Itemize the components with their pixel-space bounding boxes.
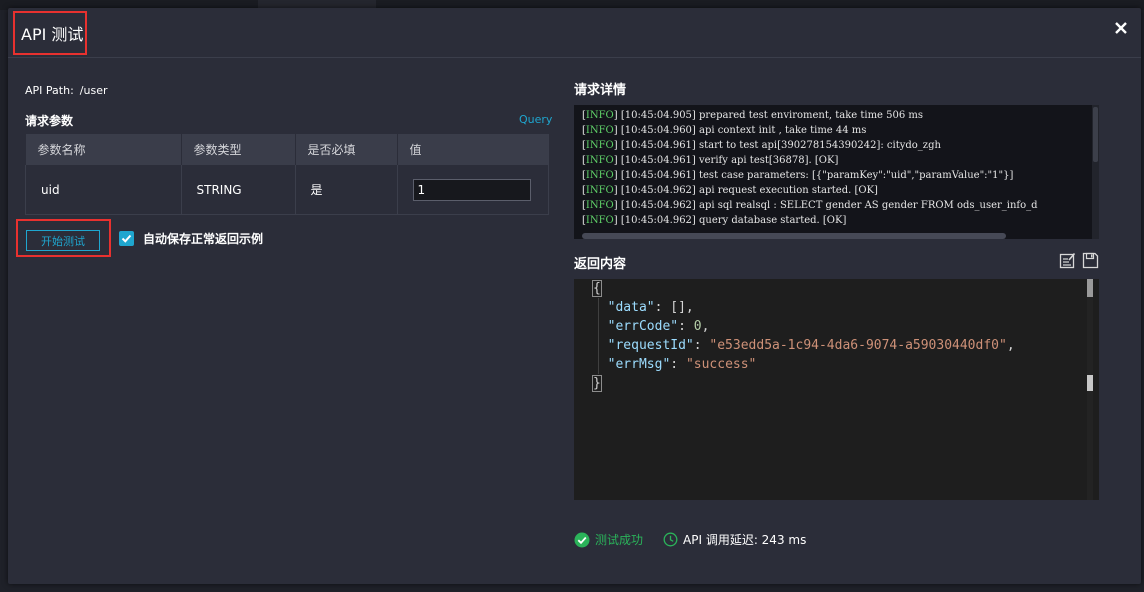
save-icon[interactable] <box>1082 252 1099 269</box>
response-json: { "data": [], "errCode": 0, "requestId":… <box>592 279 1015 393</box>
autosave-checkbox[interactable] <box>119 231 134 246</box>
param-value-input[interactable] <box>412 178 531 201</box>
autosave-option[interactable]: 自动保存正常返回示例 <box>119 230 263 247</box>
json-line: "errCode": 0, <box>607 319 710 334</box>
log-line: [INFO] [10:45:04.961] start to test api[… <box>582 140 941 151</box>
autosave-label: 自动保存正常返回示例 <box>143 232 264 246</box>
column-header-name: 参数名称 <box>25 134 182 165</box>
close-icon[interactable] <box>1113 20 1129 36</box>
json-line: } <box>592 375 602 392</box>
status-latency: API 调用延迟: 243 ms <box>663 531 806 548</box>
json-line: { <box>592 280 602 297</box>
response-title: 返回内容 <box>574 257 627 272</box>
column-header-value: 值 <box>397 134 549 165</box>
start-test-button[interactable]: 开始测试 <box>26 230 100 251</box>
log-vertical-scroll-thumb[interactable] <box>1093 107 1098 162</box>
status-success-text: 测试成功 <box>595 533 644 547</box>
param-required: 是 <box>295 165 398 215</box>
request-details-title: 请求详情 <box>574 83 627 98</box>
log-line: [INFO] [10:45:04.962] query database sta… <box>582 215 847 226</box>
query-link[interactable]: Query <box>519 113 552 126</box>
status-bar: 测试成功 API 调用延迟: 243 ms <box>574 531 806 548</box>
response-scrollbar[interactable] <box>1087 279 1093 500</box>
log-horizontal-scrollbar[interactable] <box>582 233 1006 239</box>
json-line: "errMsg": "success" <box>607 357 757 372</box>
json-line: "requestId": "e53edd5a-1c94-4da6-9074-a5… <box>607 338 1015 353</box>
log-line: [INFO] [10:45:04.961] test case paramete… <box>582 170 1014 181</box>
json-line: "data": [], <box>607 300 694 315</box>
status-latency-text: API 调用延迟: 243 ms <box>683 533 807 547</box>
dialog-header: API 测试 <box>8 8 1141 58</box>
api-path-label: API Path: <box>25 84 74 97</box>
api-test-dialog: API 测试 API Path: /user 请求参数 Query 参数名称 参数… <box>8 8 1141 584</box>
response-toolbar <box>1059 252 1099 269</box>
log-panel[interactable]: [INFO] [10:45:04.905] prepared test envi… <box>574 105 1099 239</box>
api-path-value: /user <box>79 84 108 97</box>
success-check-icon <box>574 532 590 547</box>
column-header-required: 是否必填 <box>295 134 398 165</box>
log-line: [INFO] [10:45:04.960] api context init ,… <box>582 125 867 136</box>
log-vertical-scrollbar[interactable] <box>1092 105 1099 239</box>
start-button-highlight: 开始测试 <box>16 219 111 257</box>
param-type: STRING <box>181 165 296 215</box>
log-line: [INFO] [10:45:04.962] api request execut… <box>582 185 878 196</box>
status-success: 测试成功 <box>574 531 643 548</box>
table-header-row: 参数名称 参数类型 是否必填 值 <box>25 134 549 165</box>
log-line: [INFO] [10:45:04.905] prepared test envi… <box>582 110 924 121</box>
clock-icon <box>663 532 678 547</box>
scroll-marker <box>1087 375 1093 391</box>
param-name: uid <box>25 165 182 215</box>
params-title: 请求参数 <box>25 114 74 128</box>
log-line: [INFO] [10:45:04.962] api sql realsql : … <box>582 200 1038 211</box>
table-row: uid STRING 是 <box>25 165 549 215</box>
column-header-type: 参数类型 <box>181 134 296 165</box>
log-lines: [INFO] [10:45:04.905] prepared test envi… <box>574 105 1099 228</box>
close-button[interactable] <box>1113 20 1129 36</box>
scroll-marker <box>1087 279 1093 297</box>
checkmark-icon <box>121 234 132 243</box>
params-table: 参数名称 参数类型 是否必填 值 uid STRING 是 <box>25 134 549 215</box>
response-editor[interactable]: { "data": [], "errCode": 0, "requestId":… <box>574 279 1099 500</box>
param-value-cell <box>397 165 549 215</box>
log-line: [INFO] [10:45:04.961] verify api test[36… <box>582 155 839 166</box>
dialog-title: API 测试 <box>21 25 84 44</box>
api-path: API Path: /user <box>25 84 107 97</box>
edit-icon[interactable] <box>1059 252 1076 269</box>
